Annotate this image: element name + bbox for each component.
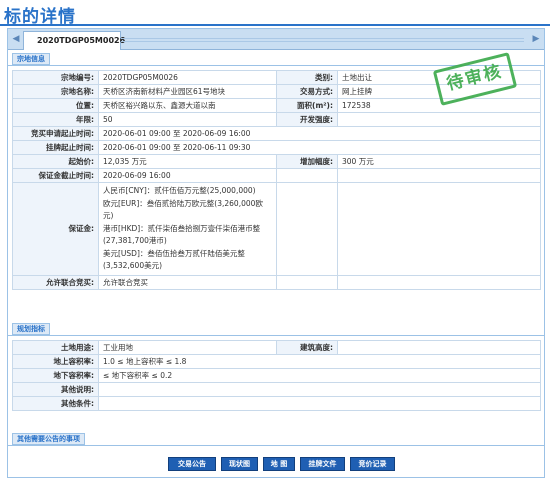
intensity-label: 开发强度: bbox=[276, 112, 338, 127]
other-cond-label: 其他条件: bbox=[12, 396, 99, 411]
parcel-name-value: 天桥区济南新材料产业园区61号地块 bbox=[98, 84, 277, 99]
section-other-label: 其他需要公告的事项 bbox=[12, 433, 85, 445]
below-ground-ratio-label: 地下容积率: bbox=[12, 368, 99, 383]
building-height-label: 建筑高度: bbox=[276, 340, 338, 355]
tab-bar: ◀ 2020TDGP05M0026 ▶ bbox=[8, 29, 544, 50]
deposit-usd: 美元[USD]：叁佰伍拾叁万贰仟陆佰美元整(3,532,600美元) bbox=[103, 248, 245, 271]
listing-docs-button[interactable]: 挂牌文件 bbox=[300, 457, 345, 471]
section-planning-header: 规划指标 bbox=[8, 321, 544, 336]
table-row: 地下容积率: ≤ 地下容积率 ≤ 0.2 bbox=[12, 368, 541, 383]
building-height-value bbox=[337, 340, 541, 355]
table-row: 其他条件: bbox=[12, 396, 541, 411]
table-row: 挂牌起止时间: 2020-06-01 09:00 至 2020-06-11 09… bbox=[12, 140, 541, 155]
title-rule bbox=[0, 24, 550, 26]
table-row: 竞买申请起止时间: 2020-06-01 09:00 至 2020-06-09 … bbox=[12, 126, 541, 141]
section-other-header: 其他需要公告的事项 bbox=[8, 431, 544, 446]
location-label: 位置: bbox=[12, 98, 99, 113]
detail-panel: ◀ 2020TDGP05M0026 ▶ 宗地信息 宗地编号: 2020TDGP0… bbox=[7, 28, 545, 478]
table-row: 土地用途: 工业用地 建筑高度: bbox=[12, 340, 541, 355]
listing-period-value: 2020-06-01 09:00 至 2020-06-11 09:30 bbox=[98, 140, 541, 155]
location-value: 天桥区裕兴路以东、鑫源大道以南 bbox=[98, 98, 277, 113]
other-cond-value bbox=[98, 396, 541, 411]
start-price-value: 12,035 万元 bbox=[98, 154, 277, 169]
other-desc-label: 其他说明: bbox=[12, 382, 99, 397]
planning-table: 土地用途: 工业用地 建筑高度: 地上容积率: 1.0 ≤ 地上容积率 ≤ 1.… bbox=[12, 340, 541, 411]
table-row: 其他说明: bbox=[12, 382, 541, 397]
announcement-button[interactable]: 交易公告 bbox=[168, 457, 216, 471]
category-label: 类别: bbox=[276, 70, 338, 85]
table-row: 年限: 50 开发强度: bbox=[12, 112, 541, 127]
map-button[interactable]: 地 图 bbox=[263, 457, 295, 471]
action-buttons: 交易公告 现状图 地 图 挂牌文件 竞价记录 bbox=[8, 457, 544, 475]
joint-bid-filler bbox=[337, 274, 541, 290]
table-row: 保证金: 人民币[CNY]：贰仟伍佰万元整(25,000,000) 欧元[EUR… bbox=[12, 182, 541, 276]
parcel-code-value: 2020TDGP05M0026 bbox=[98, 70, 277, 85]
deposit-deadline-value: 2020-06-09 16:00 bbox=[98, 168, 277, 183]
trade-method-label: 交易方式: bbox=[276, 84, 338, 99]
deposit-label: 保证金: bbox=[12, 182, 99, 276]
deposit-deadline-filler bbox=[337, 168, 541, 183]
years-value: 50 bbox=[98, 112, 277, 127]
deposit-value: 人民币[CNY]：贰仟伍佰万元整(25,000,000) 欧元[EUR]：叁佰贰… bbox=[98, 182, 277, 276]
listing-period-label: 挂牌起止时间: bbox=[12, 140, 99, 155]
above-ground-ratio-label: 地上容积率: bbox=[12, 354, 99, 369]
increment-value: 300 万元 bbox=[337, 154, 541, 169]
section-parcel-label: 宗地信息 bbox=[12, 53, 50, 65]
area-label: 面积(m²): bbox=[276, 98, 338, 113]
increment-label: 增加幅度: bbox=[276, 154, 338, 169]
deposit-filler bbox=[276, 182, 338, 276]
table-row: 允许联合竞买: 允许联合竞买 bbox=[12, 274, 541, 290]
other-desc-value bbox=[98, 382, 541, 397]
below-ground-ratio-value: ≤ 地下容积率 ≤ 0.2 bbox=[98, 368, 541, 383]
chevron-left-icon[interactable]: ◀ bbox=[11, 34, 21, 44]
joint-bid-label: 允许联合竞买: bbox=[12, 274, 99, 290]
parcel-name-label: 宗地名称: bbox=[12, 84, 99, 99]
start-price-label: 起始价: bbox=[12, 154, 99, 169]
tab-strip bbox=[121, 38, 524, 42]
deposit-hkd: 港币[HKD]：贰仟柒佰叁拾捌万壹仟柒佰港币整(27,381,700港币) bbox=[103, 223, 261, 246]
deposit-cny: 人民币[CNY]：贰仟伍佰万元整(25,000,000) bbox=[103, 186, 256, 195]
table-row: 起始价: 12,035 万元 增加幅度: 300 万元 bbox=[12, 154, 541, 169]
years-label: 年限: bbox=[12, 112, 99, 127]
apply-period-value: 2020-06-01 09:00 至 2020-06-09 16:00 bbox=[98, 126, 541, 141]
table-row: 保证金截止时间: 2020-06-09 16:00 bbox=[12, 168, 541, 183]
joint-bid-filler bbox=[276, 274, 338, 290]
deposit-eur: 欧元[EUR]：叁佰贰拾陆万欧元整(3,260,000欧元) bbox=[103, 198, 263, 221]
above-ground-ratio-value: 1.0 ≤ 地上容积率 ≤ 1.8 bbox=[98, 354, 541, 369]
intensity-value bbox=[337, 112, 541, 127]
area-value: 172538 bbox=[337, 98, 541, 113]
joint-bid-value: 允许联合竞买 bbox=[98, 274, 277, 290]
bid-records-button[interactable]: 竞价记录 bbox=[350, 457, 395, 471]
land-use-label: 土地用途: bbox=[12, 340, 99, 355]
table-row: 地上容积率: 1.0 ≤ 地上容积率 ≤ 1.8 bbox=[12, 354, 541, 369]
apply-period-label: 竞买申请起止时间: bbox=[12, 126, 99, 141]
status-map-button[interactable]: 现状图 bbox=[221, 457, 258, 471]
land-use-value: 工业用地 bbox=[98, 340, 277, 355]
deposit-deadline-filler bbox=[276, 168, 338, 183]
tab-parcel-code[interactable]: 2020TDGP05M0026 bbox=[23, 31, 125, 50]
deposit-filler bbox=[337, 182, 541, 276]
parcel-code-label: 宗地编号: bbox=[12, 70, 99, 85]
parcel-table: 宗地编号: 2020TDGP05M0026 类别: 土地出让 宗地名称: 天桥区… bbox=[12, 70, 541, 290]
deposit-deadline-label: 保证金截止时间: bbox=[12, 168, 99, 183]
section-planning-label: 规划指标 bbox=[12, 323, 50, 335]
chevron-right-icon[interactable]: ▶ bbox=[531, 34, 541, 44]
